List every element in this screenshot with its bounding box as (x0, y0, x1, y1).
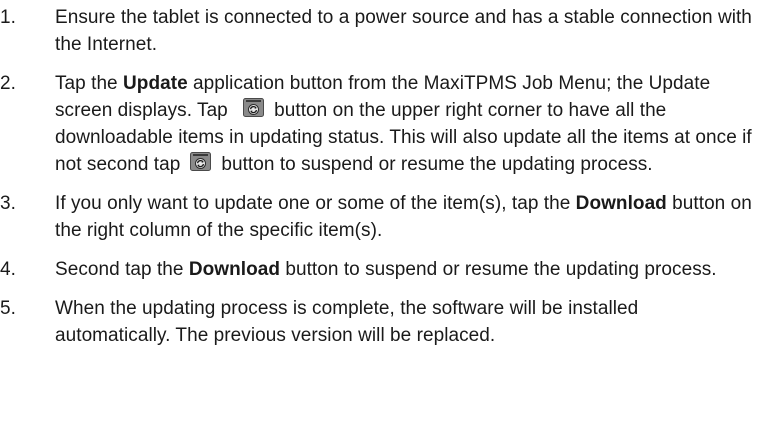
step-number: 1. (0, 7, 16, 28)
step-number: 5. (0, 298, 16, 319)
step-text-part: Second tap the (55, 259, 189, 280)
step-text-part: If you only want to update one or some o… (55, 193, 576, 214)
step-3: 3. If you only want to update one or som… (0, 190, 756, 244)
step-1: 1. Ensure the tablet is connected to a p… (0, 4, 756, 58)
update-steps-list: 1. Ensure the tablet is connected to a p… (0, 4, 756, 349)
step-number: 2. (0, 73, 16, 94)
step-number: 3. (0, 193, 16, 214)
step-text-part: button to suspend or resume the updating… (221, 154, 653, 175)
step-text: Tap the Update application button from t… (55, 70, 756, 178)
update-button-label: Update (123, 73, 188, 94)
instruction-document: 1. Ensure the tablet is connected to a p… (0, 0, 764, 448)
update-all-icon (190, 152, 212, 171)
step-text-part: button to suspend or resume the updating… (280, 259, 717, 280)
step-text: If you only want to update one or some o… (55, 190, 756, 244)
download-button-label: Download (188, 259, 281, 280)
step-5: 5. When the updating process is complete… (0, 295, 756, 349)
step-number: 4. (0, 259, 16, 280)
update-all-icon (243, 98, 265, 117)
step-text: Second tap the Download button to suspen… (55, 256, 756, 283)
download-button-label: Download (575, 193, 667, 214)
step-4: 4. Second tap the Download button to sus… (0, 256, 756, 283)
step-text: Ensure the tablet is connected to a powe… (55, 7, 752, 55)
step-text-part: Tap the (55, 73, 124, 94)
step-text: When the updating process is complete, t… (55, 298, 639, 346)
step-2: 2. Tap the Update application button fro… (0, 70, 756, 178)
